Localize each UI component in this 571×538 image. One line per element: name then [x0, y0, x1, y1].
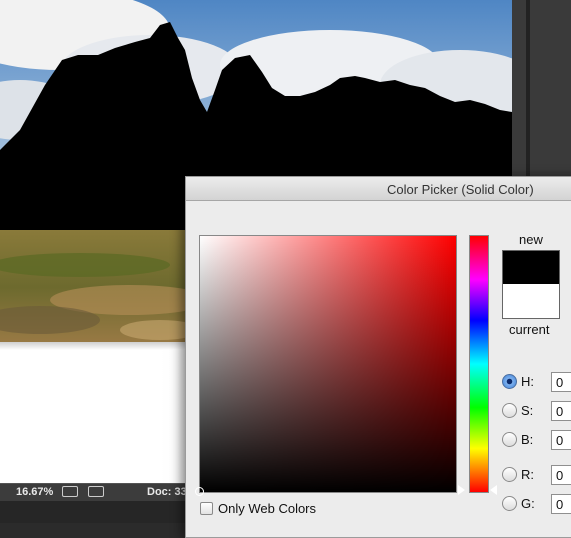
hue-input[interactable]: 0	[551, 372, 571, 392]
color-picker-dialog: Color Picker (Solid Color) new current H…	[185, 176, 571, 538]
new-color-swatch	[502, 250, 560, 285]
only-web-colors-label[interactable]: Only Web Colors	[218, 501, 316, 516]
saturation-input[interactable]: 0	[551, 401, 571, 421]
green-radio[interactable]	[502, 496, 517, 511]
new-color-label: new	[519, 232, 543, 247]
green-input[interactable]: 0	[551, 494, 571, 514]
saturation-radio[interactable]	[502, 403, 517, 418]
hue-slider-right-arrow[interactable]	[490, 485, 497, 495]
brightness-label: B:	[521, 432, 534, 447]
share-icon[interactable]	[88, 486, 104, 497]
current-color-label: current	[509, 322, 550, 337]
color-field-marker[interactable]	[195, 487, 204, 496]
zoom-level[interactable]: 16.67%	[16, 486, 53, 498]
red-radio[interactable]	[502, 467, 517, 482]
status-info-icon[interactable]	[62, 486, 78, 497]
hue-radio[interactable]	[502, 374, 517, 389]
hue-slider-left-arrow[interactable]	[458, 485, 465, 495]
saturation-label: S:	[521, 403, 534, 418]
green-label: G:	[521, 496, 535, 511]
current-color-swatch[interactable]	[502, 284, 560, 319]
hue-label: H:	[521, 374, 534, 389]
dialog-title: Color Picker (Solid Color)	[387, 182, 534, 197]
hue-slider[interactable]	[469, 235, 489, 493]
brightness-input[interactable]: 0	[551, 430, 571, 450]
brightness-radio[interactable]	[502, 432, 517, 447]
only-web-colors-checkbox[interactable]	[200, 502, 213, 515]
red-label: R:	[521, 467, 534, 482]
dialog-titlebar[interactable]: Color Picker (Solid Color)	[186, 177, 571, 201]
saturation-brightness-field[interactable]	[195, 235, 457, 496]
red-input[interactable]: 0	[551, 465, 571, 485]
